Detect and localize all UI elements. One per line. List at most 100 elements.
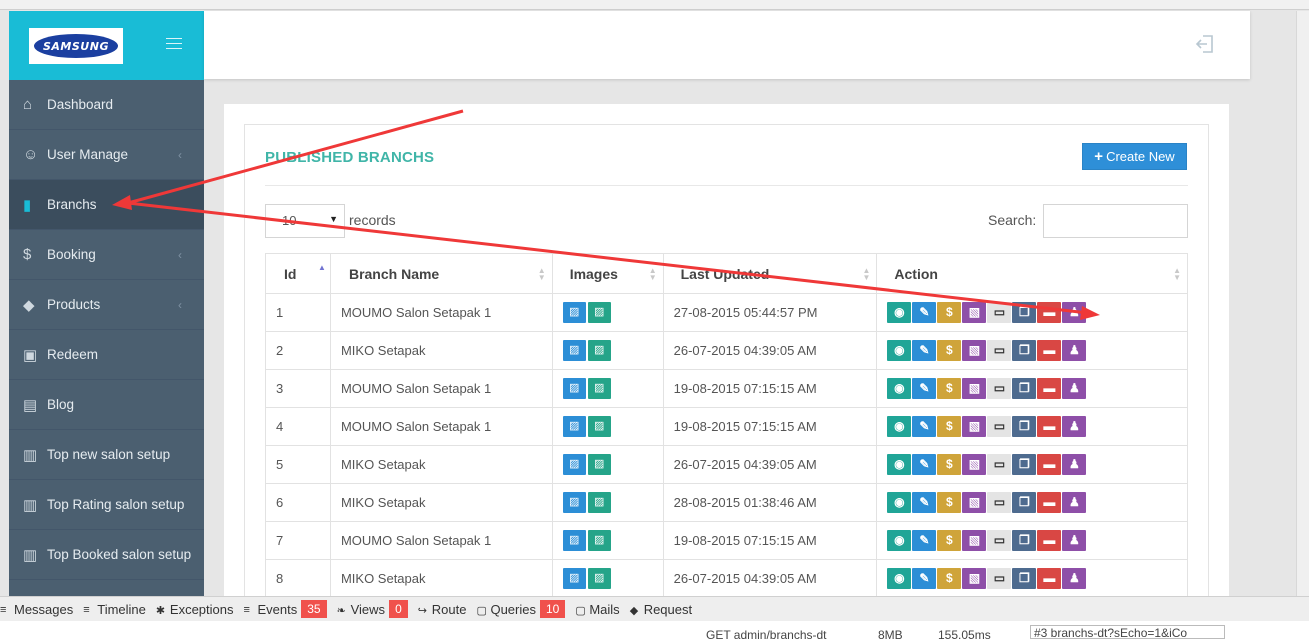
pencil-icon[interactable]: ✎ [912,568,937,589]
picture-file-icon[interactable]: ▨ [587,416,611,437]
image-icon[interactable]: ▧ [962,568,987,589]
dollar-icon[interactable]: $ [937,454,962,475]
debug-tab-route[interactable]: ↪ Route [418,602,467,618]
picture-icon[interactable]: ▨ [562,530,586,551]
create-new-button[interactable]: + Create New [1082,143,1187,170]
status-request-select[interactable]: #3 branchs-dt?sEcho=1&iCo [1030,625,1225,639]
debug-tab-request[interactable]: ◆ Request [630,602,692,618]
eye-icon[interactable]: ◉ [887,302,912,323]
image-icon[interactable]: ▧ [962,340,987,361]
dollar-icon[interactable]: $ [937,340,962,361]
copy-icon[interactable]: ❐ [1012,340,1037,361]
sort-icon[interactable]: ▲ ▼ [538,267,546,282]
eye-icon[interactable]: ◉ [887,378,912,399]
dollar-icon[interactable]: $ [937,530,962,551]
picture-icon[interactable]: ▨ [562,416,586,437]
sidebar-item-user-manage[interactable]: ☺ User Manage ‹ [9,130,204,180]
trash-icon[interactable]: ▬ [1037,302,1062,323]
picture-icon[interactable]: ▨ [562,340,586,361]
users-icon[interactable]: ♟ [1062,302,1087,323]
users-icon[interactable]: ♟ [1062,530,1087,551]
column-header-action[interactable]: Action ▲ ▼ [876,253,1188,294]
picture-icon[interactable]: ▨ [562,378,586,399]
search-input[interactable] [1043,204,1188,238]
trash-icon[interactable]: ▬ [1037,568,1062,589]
users-icon[interactable]: ♟ [1062,568,1087,589]
trash-icon[interactable]: ▬ [1037,378,1062,399]
debug-tab-timeline[interactable]: ≡ Timeline [83,602,146,617]
column-header-last-updated[interactable]: Last Updated ▲ ▼ [662,253,878,294]
logo[interactable]: SAMSUNG [29,28,123,64]
sidebar-item-top-rating-salon-setup[interactable]: ▥ Top Rating salon setup [9,480,204,530]
eye-icon[interactable]: ◉ [887,568,912,589]
image-icon[interactable]: ▧ [962,530,987,551]
trash-icon[interactable]: ▬ [1037,340,1062,361]
money-icon[interactable]: ▭ [987,302,1012,323]
status-route[interactable]: GET admin/branchs-dt [706,628,868,639]
eye-icon[interactable]: ◉ [887,340,912,361]
users-icon[interactable]: ♟ [1062,416,1087,437]
dollar-icon[interactable]: $ [937,378,962,399]
picture-icon[interactable]: ▨ [562,492,586,513]
column-header-images[interactable]: Images ▲ ▼ [551,253,664,294]
picture-file-icon[interactable]: ▨ [587,530,611,551]
sidebar-item-top-booked-salon-setup[interactable]: ▥ Top Booked salon setup [9,530,204,580]
column-header-id[interactable]: Id ▲ [265,253,331,294]
users-icon[interactable]: ♟ [1062,378,1087,399]
debug-tab-views[interactable]: ❧ Views 0 [337,600,408,618]
trash-icon[interactable]: ▬ [1037,530,1062,551]
copy-icon[interactable]: ❐ [1012,302,1037,323]
sidebar-item-products[interactable]: ◆ Products ‹ [9,280,204,330]
debug-tab-events[interactable]: ≡ Events 35 [244,600,327,618]
money-icon[interactable]: ▭ [987,454,1012,475]
users-icon[interactable]: ♟ [1062,492,1087,513]
copy-icon[interactable]: ❐ [1012,454,1037,475]
trash-icon[interactable]: ▬ [1037,416,1062,437]
logout-icon[interactable] [1194,33,1216,55]
copy-icon[interactable]: ❐ [1012,492,1037,513]
users-icon[interactable]: ♟ [1062,340,1087,361]
image-icon[interactable]: ▧ [962,378,987,399]
eye-icon[interactable]: ◉ [887,530,912,551]
copy-icon[interactable]: ❐ [1012,568,1037,589]
sort-icon[interactable]: ▲ ▼ [862,267,870,282]
copy-icon[interactable]: ❐ [1012,416,1037,437]
sort-icon[interactable]: ▲ ▼ [1173,267,1181,282]
picture-file-icon[interactable]: ▨ [587,302,611,323]
sidebar-item-blog[interactable]: ▤ Blog [9,380,204,430]
picture-icon[interactable]: ▨ [562,454,586,475]
dollar-icon[interactable]: $ [937,492,962,513]
sidebar-item-booking[interactable]: $ Booking ‹ [9,230,204,280]
picture-file-icon[interactable]: ▨ [587,492,611,513]
column-header-branch-name[interactable]: Branch Name ▲ ▼ [329,253,553,294]
image-icon[interactable]: ▧ [962,416,987,437]
debug-tab-queries[interactable]: ▢ Queries 10 [476,600,566,618]
money-icon[interactable]: ▭ [987,416,1012,437]
trash-icon[interactable]: ▬ [1037,492,1062,513]
money-icon[interactable]: ▭ [987,568,1012,589]
sort-asc-icon[interactable]: ▲ [318,264,326,272]
picture-file-icon[interactable]: ▨ [587,378,611,399]
debug-tab-messages[interactable]: ≡ Messages [0,602,73,617]
picture-file-icon[interactable]: ▨ [587,340,611,361]
copy-icon[interactable]: ❐ [1012,530,1037,551]
debug-tab-mails[interactable]: ▢ Mails [575,602,619,618]
money-icon[interactable]: ▭ [987,340,1012,361]
dollar-icon[interactable]: $ [937,416,962,437]
image-icon[interactable]: ▧ [962,454,987,475]
money-icon[interactable]: ▭ [987,492,1012,513]
sidebar-item-redeem[interactable]: ▣ Redeem [9,330,204,380]
sidebar-item-dashboard[interactable]: ⌂ Dashboard [9,80,204,130]
picture-file-icon[interactable]: ▨ [587,568,611,589]
pencil-icon[interactable]: ✎ [912,378,937,399]
pencil-icon[interactable]: ✎ [912,530,937,551]
picture-icon[interactable]: ▨ [562,568,586,589]
records-per-page-select[interactable]: 10 ▼ [265,204,345,238]
image-icon[interactable]: ▧ [962,302,987,323]
pencil-icon[interactable]: ✎ [912,492,937,513]
eye-icon[interactable]: ◉ [887,454,912,475]
pencil-icon[interactable]: ✎ [912,454,937,475]
picture-icon[interactable]: ▨ [562,302,586,323]
copy-icon[interactable]: ❐ [1012,378,1037,399]
eye-icon[interactable]: ◉ [887,492,912,513]
